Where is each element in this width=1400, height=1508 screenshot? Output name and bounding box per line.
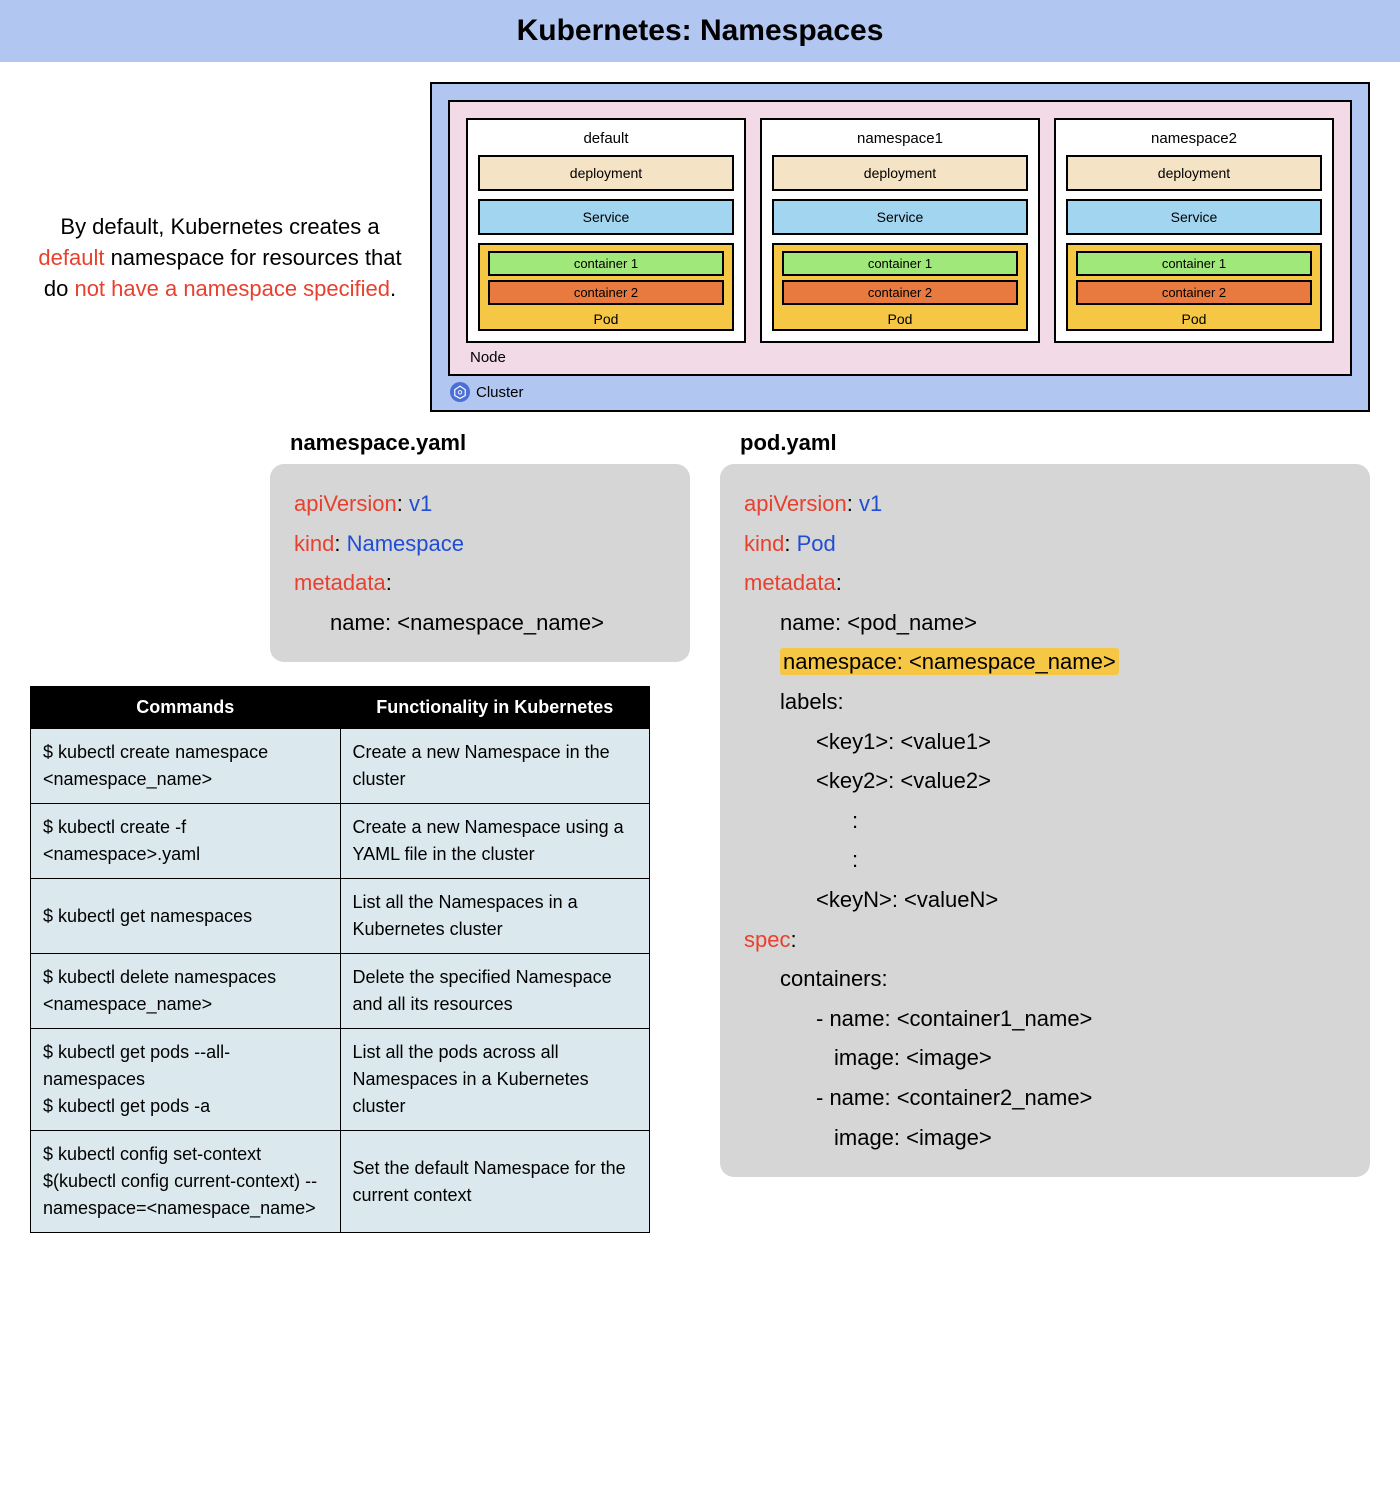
table-row: $ kubectl config set-context $(kubectl c… [31,1131,650,1233]
service-box: Service [478,199,734,235]
yaml-value: v1 [859,491,882,516]
banner-title: Kubernetes: Namespaces [517,14,884,47]
yaml-key: metadata [744,570,836,595]
container-2: container 2 [1076,280,1312,305]
right-column: pod.yaml apiVersion: v1 kind: Pod metada… [720,422,1370,1233]
yaml-line: - name: <container2_name> [744,1078,1346,1118]
command-cell: $ kubectl delete namespaces <namespace_n… [31,954,341,1029]
yaml-line: name: <pod_name> [744,603,1346,643]
yaml-line: <keyN>: <valueN> [744,880,1346,920]
table-row: $ kubectl get namespacesList all the Nam… [31,879,650,954]
namespace-yaml-title: namespace.yaml [290,430,690,456]
pod-box: container 1 container 2 Pod [478,243,734,331]
yaml-namespace-highlight: namespace: <namespace_name> [780,648,1119,675]
functionality-cell: Delete the specified Namespace and all i… [340,954,650,1029]
command-cell: $ kubectl create namespace <namespace_na… [31,729,341,804]
container-1: container 1 [488,251,724,276]
pod-yaml-title: pod.yaml [740,430,1370,456]
pod-label: Pod [488,309,724,327]
namespace-default: default deployment Service container 1 c… [466,118,746,343]
cluster-box: default deployment Service container 1 c… [430,82,1370,412]
yaml-key: kind [294,531,334,556]
commands-table: Commands Functionality in Kubernetes $ k… [30,686,650,1233]
table-row: $ kubectl create namespace <namespace_na… [31,729,650,804]
functionality-cell: List all the Namespaces in a Kubernetes … [340,879,650,954]
yaml-line: <key1>: <value1> [744,722,1346,762]
yaml-line: labels: [744,682,1346,722]
yaml-line: containers: [744,959,1346,999]
yaml-key: apiVersion [294,491,397,516]
kubernetes-icon [450,382,470,402]
left-column: namespace.yaml apiVersion: v1 kind: Name… [30,422,690,1233]
yaml-line: <key2>: <value2> [744,761,1346,801]
functionality-cell: Create a new Namespace in the cluster [340,729,650,804]
pod-label: Pod [782,309,1018,327]
namespace-title: namespace2 [1066,130,1322,147]
namespace-title: default [478,130,734,147]
namespace-2: namespace2 deployment Service container … [1054,118,1334,343]
deployment-box: deployment [1066,155,1322,191]
namespace-row: default deployment Service container 1 c… [466,118,1334,343]
yaml-key: spec [744,927,790,952]
page-banner: Kubernetes: Namespaces [0,0,1400,62]
yaml-line: - name: <container1_name> [744,999,1346,1039]
pod-box: container 1 container 2 Pod [772,243,1028,331]
table-header-commands: Commands [31,687,341,729]
node-label: Node [466,343,1334,368]
command-cell: $ kubectl config set-context $(kubectl c… [31,1131,341,1233]
yaml-line: : [744,801,1346,841]
files-row: namespace.yaml apiVersion: v1 kind: Name… [0,412,1400,1233]
command-cell: $ kubectl get pods --all-namespaces $ ku… [31,1029,341,1131]
container-2: container 2 [488,280,724,305]
intro-text: By default, Kubernetes creates a default… [30,82,410,412]
cluster-label: Cluster [476,384,524,401]
deployment-box: deployment [772,155,1028,191]
service-box: Service [1066,199,1322,235]
table-row: $ kubectl delete namespaces <namespace_n… [31,954,650,1029]
functionality-cell: Create a new Namespace using a YAML file… [340,804,650,879]
table-row: $ kubectl create -f <namespace>.yamlCrea… [31,804,650,879]
pod-box: container 1 container 2 Pod [1066,243,1322,331]
container-1: container 1 [1076,251,1312,276]
yaml-value: Pod [797,531,836,556]
intro-post: . [390,276,396,301]
intro-pre: By default, Kubernetes creates a [60,214,379,239]
yaml-line: : [744,840,1346,880]
deployment-box: deployment [478,155,734,191]
pod-yaml-block: apiVersion: v1 kind: Pod metadata: name:… [720,464,1370,1177]
yaml-line: name: <namespace_name> [294,603,666,643]
command-cell: $ kubectl get namespaces [31,879,341,954]
intro-red-phrase: not have a namespace specified [74,276,390,301]
table-row: $ kubectl get pods --all-namespaces $ ku… [31,1029,650,1131]
functionality-cell: Set the default Namespace for the curren… [340,1131,650,1233]
yaml-key: kind [744,531,784,556]
functionality-cell: List all the pods across all Namespaces … [340,1029,650,1131]
command-cell: $ kubectl create -f <namespace>.yaml [31,804,341,879]
pod-label: Pod [1076,309,1312,327]
node-box: default deployment Service container 1 c… [448,100,1352,376]
service-box: Service [772,199,1028,235]
top-section: By default, Kubernetes creates a default… [0,62,1400,412]
yaml-line: image: <image> [744,1038,1346,1078]
namespace-title: namespace1 [772,130,1028,147]
yaml-value: v1 [409,491,432,516]
yaml-line: image: <image> [744,1118,1346,1158]
yaml-value: Namespace [347,531,464,556]
namespace-1: namespace1 deployment Service container … [760,118,1040,343]
yaml-key: apiVersion [744,491,847,516]
intro-default-word: default [38,245,104,270]
container-2: container 2 [782,280,1018,305]
table-header-functionality: Functionality in Kubernetes [340,687,650,729]
cluster-label-row: Cluster [448,376,1352,404]
container-1: container 1 [782,251,1018,276]
namespace-yaml-block: apiVersion: v1 kind: Namespace metadata:… [270,464,690,662]
yaml-key: metadata [294,570,386,595]
